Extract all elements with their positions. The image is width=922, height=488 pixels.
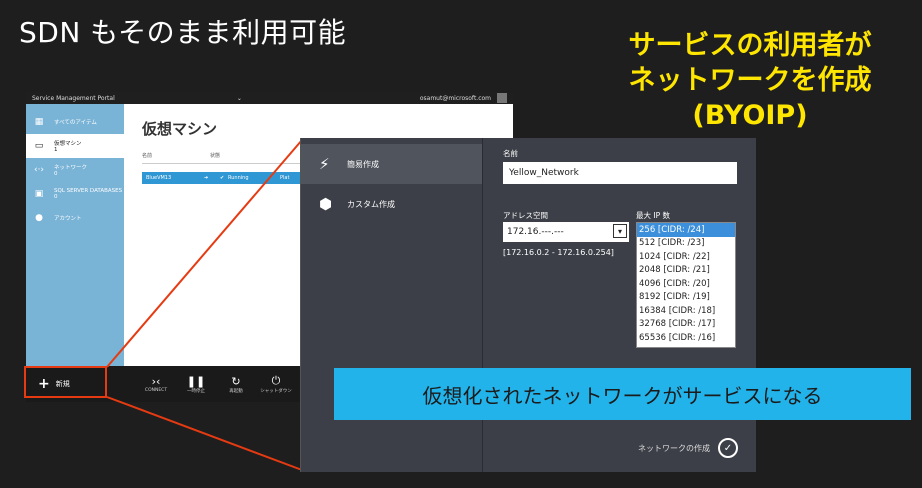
cube-icon: ⬢ (319, 195, 333, 213)
address-space-label: アドレス空間 (503, 211, 548, 220)
sidebar-item-count: 1 (54, 147, 58, 153)
sidebar-item-network[interactable]: ‹·› ネットワーク 0 (26, 158, 124, 182)
address-range: [172.16.0.2 - 172.16.0.254] (503, 248, 614, 257)
network-name-field[interactable]: Yellow_Network (503, 162, 737, 184)
lightning-icon: ⚡ (319, 155, 330, 173)
action-label: シャットダウン (260, 389, 292, 394)
address-space-value: 172.16.---.--- (507, 227, 564, 237)
create-label: ネットワークの作成 (638, 443, 710, 453)
list-item[interactable]: 1024 [CIDR: /22] (637, 250, 735, 264)
sidebar-item-label: ネットワーク (54, 165, 88, 171)
restart-icon: ↻ (231, 374, 241, 388)
max-ip-label: 最大 IP 数 (636, 211, 671, 220)
new-highlight-box (24, 366, 107, 398)
sidebar-item-sql[interactable]: ▣ SQL SERVER DATABASES 0 (26, 182, 124, 206)
page-title: 仮想マシン (142, 120, 218, 138)
list-item[interactable]: 4096 [CIDR: /20] (637, 277, 735, 291)
network-icon: ‹·› (33, 165, 45, 175)
arrow-icon: ➔ (204, 175, 209, 181)
check-icon: ✔ (220, 175, 225, 181)
connect-button[interactable]: ›‹ CONNECT (136, 375, 176, 393)
sidebar-item-vm[interactable]: ▭ 仮想マシン 1 (26, 134, 124, 158)
chevron-down-icon[interactable]: ▾ (613, 224, 627, 238)
callout-line-2: ネットワークを作成 (628, 65, 872, 96)
list-item[interactable]: 512 [CIDR: /23] (637, 237, 735, 251)
action-label: 再起動 (229, 388, 243, 394)
action-label: CONNECT (144, 388, 168, 393)
tab-label: カスタム作成 (347, 199, 395, 209)
service-banner: 仮想化されたネットワークがサービスになる (334, 368, 911, 420)
connect-icon: ›‹ (151, 375, 161, 388)
portal-topbar: Service Management Portal ⌄ osamut@micro… (26, 92, 513, 104)
pause-button[interactable]: ❚❚ 一時停止 (176, 375, 216, 394)
column-header-status[interactable]: 状態 (210, 152, 220, 163)
avatar[interactable] (497, 93, 508, 103)
max-ip-listbox[interactable]: 256 [CIDR: /24] 512 [CIDR: /23] 1024 [CI… (636, 222, 736, 348)
list-item[interactable]: 32768 [CIDR: /17] (637, 318, 735, 332)
callout-text: サービスの利用者が ネットワークを作成 (BYOIP) (600, 28, 900, 133)
person-icon: ● (35, 213, 43, 223)
chevron-down-icon[interactable]: ⌄ (237, 95, 420, 102)
slide-title: SDN もそのまま利用可能 (19, 16, 347, 49)
grid-icon: ▦ (34, 117, 44, 127)
list-item[interactable]: 8192 [CIDR: /19] (637, 291, 735, 305)
monitor-icon: ▭ (34, 141, 44, 151)
sidebar-item-all[interactable]: ▦ すべてのアイテム (26, 110, 124, 134)
callout-line-3: (BYOIP) (692, 100, 808, 131)
power-icon: ⏻ (271, 374, 281, 387)
create-network-button[interactable]: ネットワークの作成 ✓ (638, 438, 738, 458)
sidebar-item-count: 0 (54, 171, 58, 177)
portal-title: Service Management Portal (32, 94, 115, 102)
portal-sidebar: ▦ すべてのアイテム ▭ 仮想マシン 1 ‹·› ネットワーク 0 ▣ SQL SE… (26, 104, 124, 366)
sidebar-item-label: SQL SERVER DATABASES (54, 188, 123, 194)
row-extra: Plat (280, 175, 290, 181)
name-label: 名前 (503, 149, 518, 158)
create-network-dialog: ⚡ 簡易作成 ⬢ カスタム作成 名前 Yellow_Network アドレス空間… (300, 138, 756, 472)
sidebar-item-label: アカウント (54, 216, 82, 222)
database-icon: ▣ (34, 189, 44, 199)
tab-label: 簡易作成 (347, 159, 379, 169)
quick-create-tab[interactable]: ⚡ 簡易作成 (301, 144, 482, 184)
sidebar-item-account[interactable]: ● アカウント (26, 206, 124, 230)
shutdown-button[interactable]: ⏻ シャットダウン (256, 374, 296, 394)
custom-create-tab[interactable]: ⬢ カスタム作成 (301, 184, 482, 224)
sidebar-item-count: 0 (54, 194, 58, 200)
column-header-name[interactable]: 名前 (142, 152, 210, 163)
list-item[interactable]: 16384 [CIDR: /18] (637, 304, 735, 318)
pause-icon: ❚❚ (186, 374, 206, 388)
user-email[interactable]: osamut@microsoft.com (420, 95, 491, 102)
address-space-select[interactable]: 172.16.---.--- ▾ (503, 222, 629, 242)
row-status: Running (228, 175, 249, 181)
callout-line-1: サービスの利用者が (628, 30, 872, 61)
sidebar-item-label: 仮想マシン (54, 141, 82, 147)
list-item[interactable]: 65536 [CIDR: /16] (637, 331, 735, 345)
list-item[interactable]: 256 [CIDR: /24] (637, 223, 735, 237)
dialog-nav: ⚡ 簡易作成 ⬢ カスタム作成 (301, 138, 483, 472)
list-item[interactable]: 2048 [CIDR: /21] (637, 264, 735, 278)
checkmark-icon: ✓ (718, 438, 738, 458)
row-name: BlueVM13 (146, 175, 172, 181)
sidebar-item-label: すべてのアイテム (54, 120, 97, 126)
action-label: 一時停止 (187, 388, 205, 394)
restart-button[interactable]: ↻ 再起動 (216, 375, 256, 394)
